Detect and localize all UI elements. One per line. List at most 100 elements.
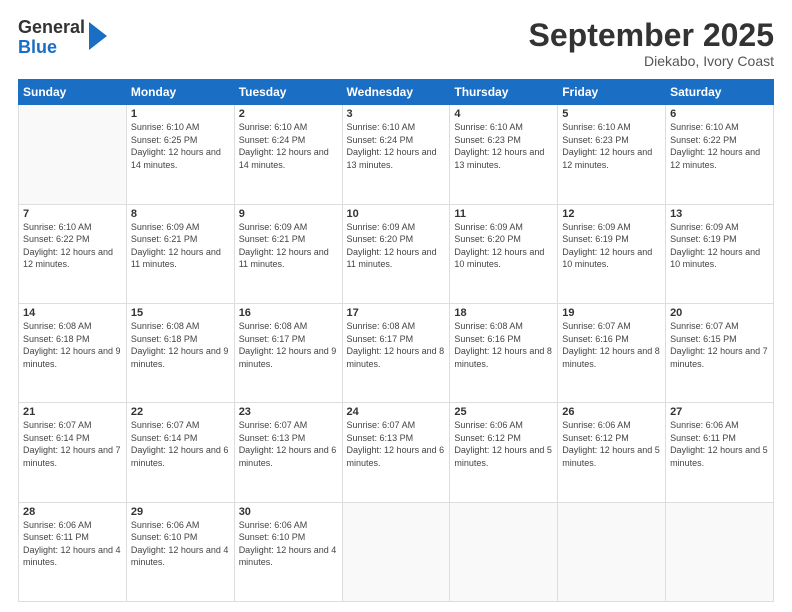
day-number: 18 <box>454 307 553 319</box>
day-info: Sunrise: 6:06 AM Sunset: 6:11 PM Dayligh… <box>670 419 769 469</box>
day-number: 14 <box>23 307 122 319</box>
day-number: 3 <box>347 108 446 120</box>
table-row: 3Sunrise: 6:10 AM Sunset: 6:24 PM Daylig… <box>342 105 450 204</box>
table-row: 7Sunrise: 6:10 AM Sunset: 6:22 PM Daylig… <box>19 204 127 303</box>
day-number: 28 <box>23 506 122 518</box>
header-wednesday: Wednesday <box>342 80 450 105</box>
table-row: 28Sunrise: 6:06 AM Sunset: 6:11 PM Dayli… <box>19 502 127 601</box>
day-info: Sunrise: 6:07 AM Sunset: 6:16 PM Dayligh… <box>562 320 661 370</box>
day-info: Sunrise: 6:06 AM Sunset: 6:10 PM Dayligh… <box>239 519 338 569</box>
calendar-header-row: Sunday Monday Tuesday Wednesday Thursday… <box>19 80 774 105</box>
day-number: 8 <box>131 208 230 220</box>
calendar-week-row: 21Sunrise: 6:07 AM Sunset: 6:14 PM Dayli… <box>19 403 774 502</box>
table-row <box>19 105 127 204</box>
day-info: Sunrise: 6:08 AM Sunset: 6:17 PM Dayligh… <box>239 320 338 370</box>
day-number: 13 <box>670 208 769 220</box>
day-info: Sunrise: 6:10 AM Sunset: 6:22 PM Dayligh… <box>670 121 769 171</box>
day-number: 29 <box>131 506 230 518</box>
header-saturday: Saturday <box>666 80 774 105</box>
table-row: 22Sunrise: 6:07 AM Sunset: 6:14 PM Dayli… <box>126 403 234 502</box>
day-info: Sunrise: 6:06 AM Sunset: 6:10 PM Dayligh… <box>131 519 230 569</box>
day-number: 17 <box>347 307 446 319</box>
day-info: Sunrise: 6:10 AM Sunset: 6:23 PM Dayligh… <box>562 121 661 171</box>
day-number: 1 <box>131 108 230 120</box>
table-row: 24Sunrise: 6:07 AM Sunset: 6:13 PM Dayli… <box>342 403 450 502</box>
calendar-week-row: 7Sunrise: 6:10 AM Sunset: 6:22 PM Daylig… <box>19 204 774 303</box>
day-number: 5 <box>562 108 661 120</box>
logo-blue: Blue <box>18 38 85 58</box>
table-row: 29Sunrise: 6:06 AM Sunset: 6:10 PM Dayli… <box>126 502 234 601</box>
day-number: 10 <box>347 208 446 220</box>
day-number: 2 <box>239 108 338 120</box>
table-row: 18Sunrise: 6:08 AM Sunset: 6:16 PM Dayli… <box>450 303 558 402</box>
day-number: 24 <box>347 406 446 418</box>
day-info: Sunrise: 6:09 AM Sunset: 6:20 PM Dayligh… <box>347 221 446 271</box>
header-thursday: Thursday <box>450 80 558 105</box>
title-block: September 2025 Diekabo, Ivory Coast <box>529 18 774 69</box>
header-monday: Monday <box>126 80 234 105</box>
day-number: 26 <box>562 406 661 418</box>
day-number: 12 <box>562 208 661 220</box>
day-info: Sunrise: 6:07 AM Sunset: 6:15 PM Dayligh… <box>670 320 769 370</box>
logo-general: General <box>18 18 85 38</box>
table-row: 17Sunrise: 6:08 AM Sunset: 6:17 PM Dayli… <box>342 303 450 402</box>
day-number: 7 <box>23 208 122 220</box>
table-row <box>342 502 450 601</box>
table-row: 6Sunrise: 6:10 AM Sunset: 6:22 PM Daylig… <box>666 105 774 204</box>
day-info: Sunrise: 6:06 AM Sunset: 6:12 PM Dayligh… <box>562 419 661 469</box>
table-row: 10Sunrise: 6:09 AM Sunset: 6:20 PM Dayli… <box>342 204 450 303</box>
day-number: 21 <box>23 406 122 418</box>
table-row: 23Sunrise: 6:07 AM Sunset: 6:13 PM Dayli… <box>234 403 342 502</box>
day-info: Sunrise: 6:07 AM Sunset: 6:14 PM Dayligh… <box>131 419 230 469</box>
day-info: Sunrise: 6:07 AM Sunset: 6:13 PM Dayligh… <box>239 419 338 469</box>
day-info: Sunrise: 6:08 AM Sunset: 6:18 PM Dayligh… <box>23 320 122 370</box>
day-info: Sunrise: 6:07 AM Sunset: 6:13 PM Dayligh… <box>347 419 446 469</box>
table-row: 13Sunrise: 6:09 AM Sunset: 6:19 PM Dayli… <box>666 204 774 303</box>
table-row: 26Sunrise: 6:06 AM Sunset: 6:12 PM Dayli… <box>558 403 666 502</box>
day-number: 16 <box>239 307 338 319</box>
table-row: 1Sunrise: 6:10 AM Sunset: 6:25 PM Daylig… <box>126 105 234 204</box>
day-info: Sunrise: 6:10 AM Sunset: 6:25 PM Dayligh… <box>131 121 230 171</box>
table-row <box>558 502 666 601</box>
calendar-week-row: 28Sunrise: 6:06 AM Sunset: 6:11 PM Dayli… <box>19 502 774 601</box>
day-number: 11 <box>454 208 553 220</box>
header: General Blue September 2025 Diekabo, Ivo… <box>18 18 774 69</box>
day-info: Sunrise: 6:08 AM Sunset: 6:17 PM Dayligh… <box>347 320 446 370</box>
table-row: 20Sunrise: 6:07 AM Sunset: 6:15 PM Dayli… <box>666 303 774 402</box>
day-number: 30 <box>239 506 338 518</box>
table-row: 2Sunrise: 6:10 AM Sunset: 6:24 PM Daylig… <box>234 105 342 204</box>
header-tuesday: Tuesday <box>234 80 342 105</box>
day-info: Sunrise: 6:09 AM Sunset: 6:20 PM Dayligh… <box>454 221 553 271</box>
day-number: 20 <box>670 307 769 319</box>
day-number: 19 <box>562 307 661 319</box>
day-number: 15 <box>131 307 230 319</box>
day-info: Sunrise: 6:10 AM Sunset: 6:23 PM Dayligh… <box>454 121 553 171</box>
day-number: 27 <box>670 406 769 418</box>
table-row: 15Sunrise: 6:08 AM Sunset: 6:18 PM Dayli… <box>126 303 234 402</box>
day-info: Sunrise: 6:06 AM Sunset: 6:12 PM Dayligh… <box>454 419 553 469</box>
table-row: 9Sunrise: 6:09 AM Sunset: 6:21 PM Daylig… <box>234 204 342 303</box>
day-info: Sunrise: 6:07 AM Sunset: 6:14 PM Dayligh… <box>23 419 122 469</box>
day-info: Sunrise: 6:10 AM Sunset: 6:24 PM Dayligh… <box>239 121 338 171</box>
day-number: 22 <box>131 406 230 418</box>
table-row <box>450 502 558 601</box>
header-sunday: Sunday <box>19 80 127 105</box>
logo-arrow-icon <box>89 22 107 50</box>
day-number: 6 <box>670 108 769 120</box>
table-row <box>666 502 774 601</box>
calendar-subtitle: Diekabo, Ivory Coast <box>529 53 774 69</box>
table-row: 14Sunrise: 6:08 AM Sunset: 6:18 PM Dayli… <box>19 303 127 402</box>
day-info: Sunrise: 6:09 AM Sunset: 6:19 PM Dayligh… <box>670 221 769 271</box>
calendar-week-row: 14Sunrise: 6:08 AM Sunset: 6:18 PM Dayli… <box>19 303 774 402</box>
calendar-title: September 2025 <box>529 18 774 53</box>
table-row: 12Sunrise: 6:09 AM Sunset: 6:19 PM Dayli… <box>558 204 666 303</box>
table-row: 25Sunrise: 6:06 AM Sunset: 6:12 PM Dayli… <box>450 403 558 502</box>
table-row: 27Sunrise: 6:06 AM Sunset: 6:11 PM Dayli… <box>666 403 774 502</box>
table-row: 5Sunrise: 6:10 AM Sunset: 6:23 PM Daylig… <box>558 105 666 204</box>
day-number: 4 <box>454 108 553 120</box>
logo: General Blue <box>18 18 107 58</box>
table-row: 4Sunrise: 6:10 AM Sunset: 6:23 PM Daylig… <box>450 105 558 204</box>
day-info: Sunrise: 6:08 AM Sunset: 6:18 PM Dayligh… <box>131 320 230 370</box>
day-info: Sunrise: 6:09 AM Sunset: 6:19 PM Dayligh… <box>562 221 661 271</box>
table-row: 8Sunrise: 6:09 AM Sunset: 6:21 PM Daylig… <box>126 204 234 303</box>
